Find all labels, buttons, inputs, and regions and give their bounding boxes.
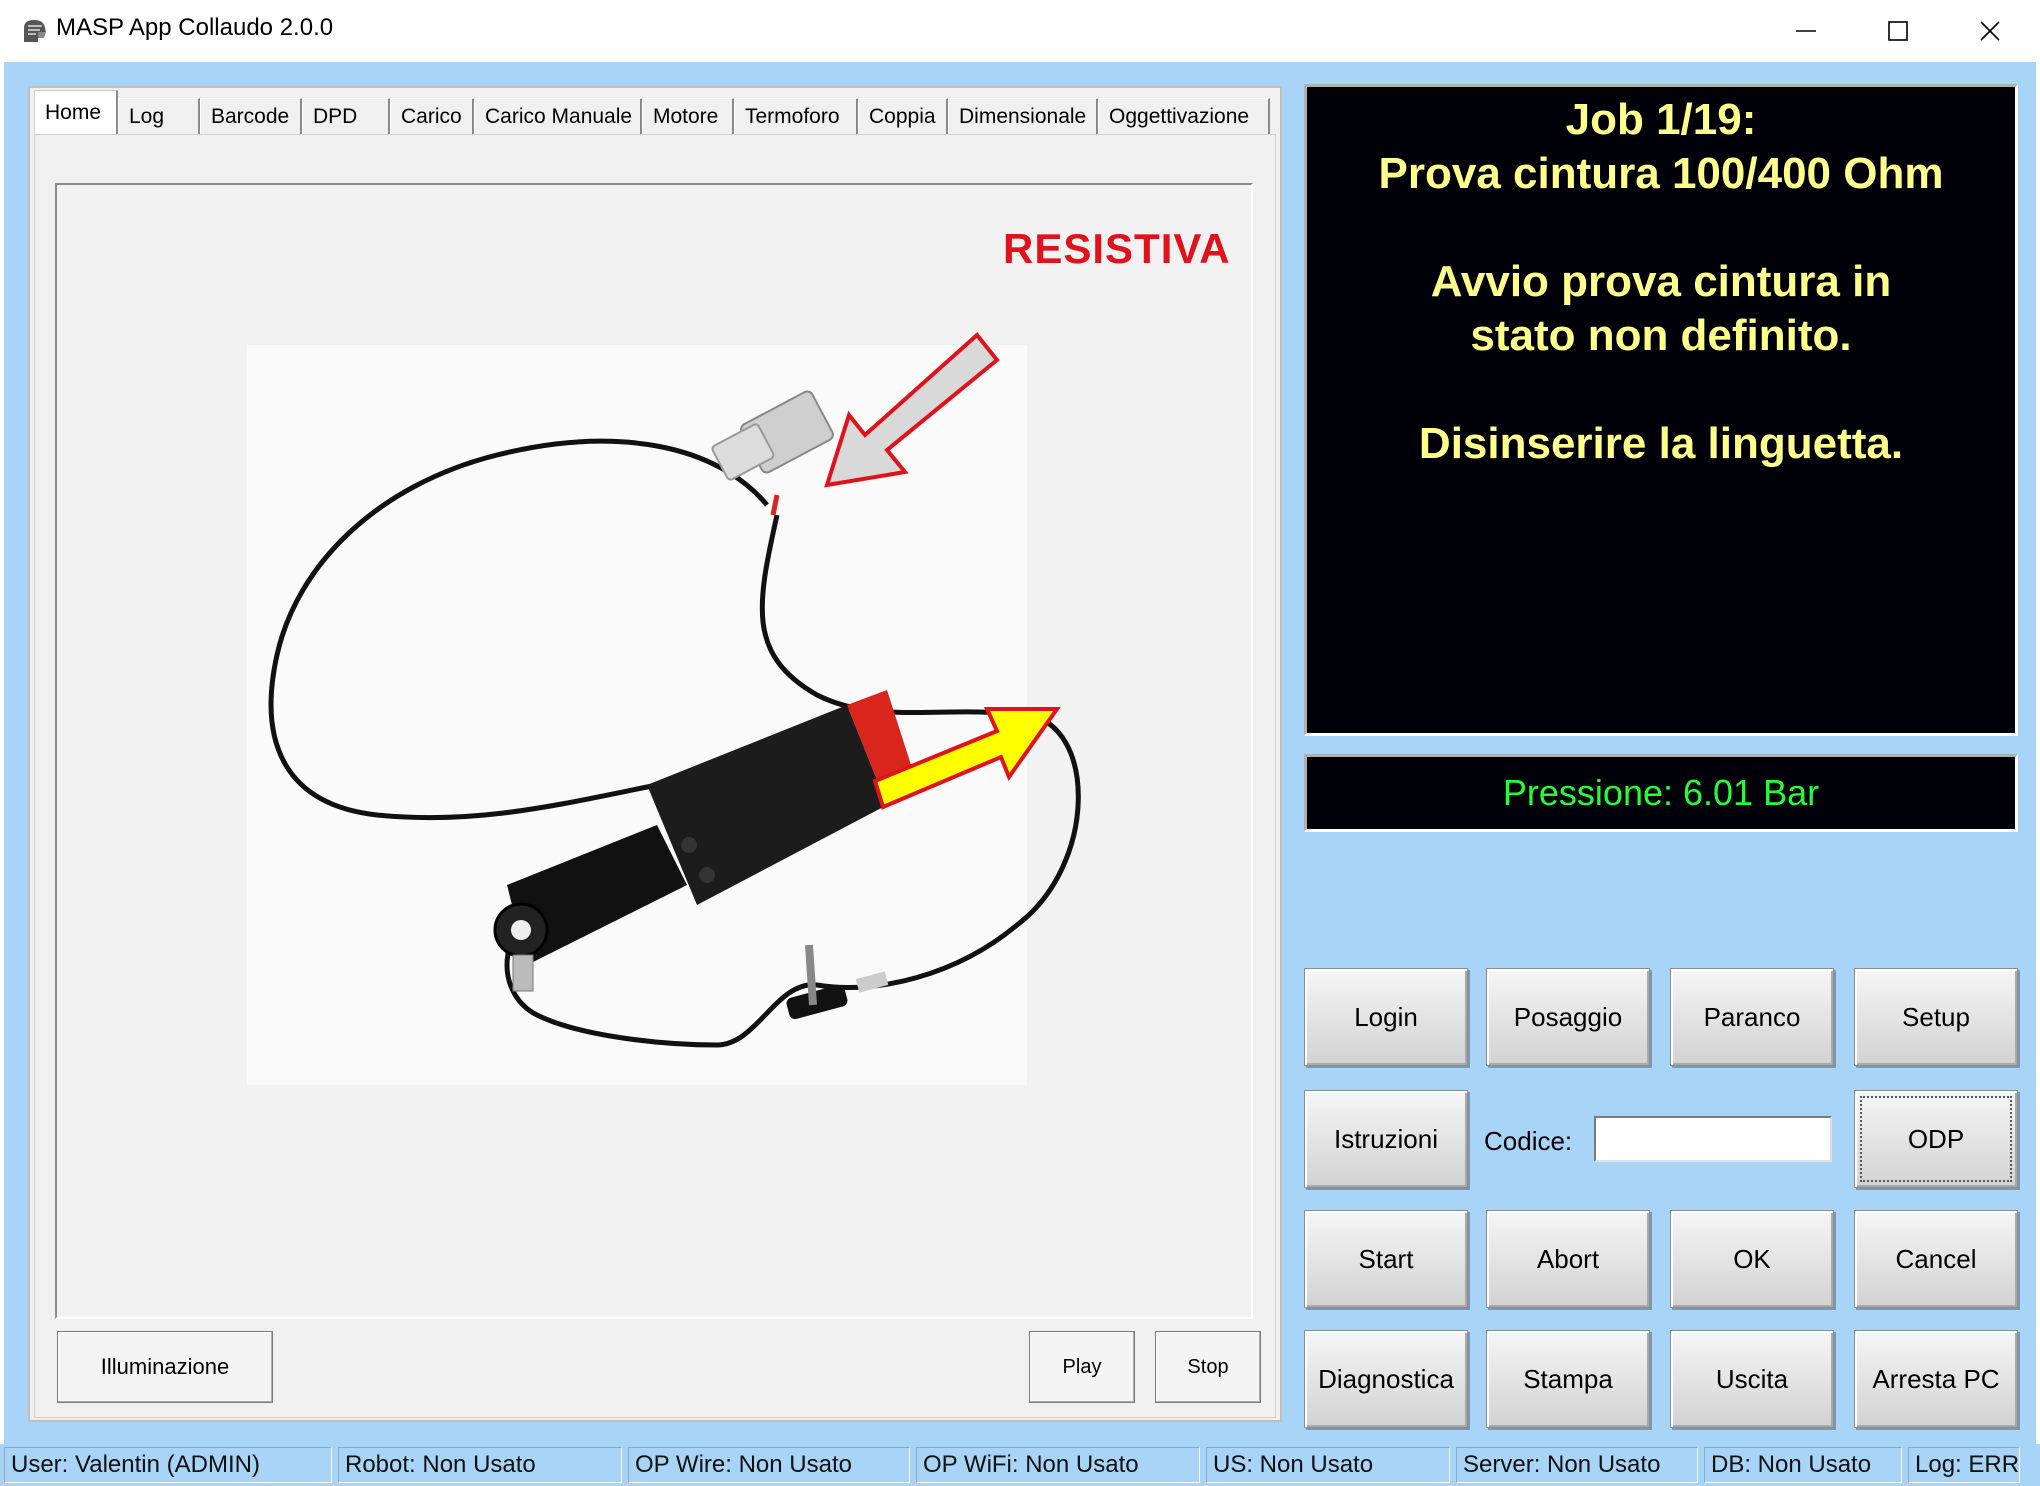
maximize-icon	[1888, 21, 1908, 41]
cable-clip-icon	[786, 944, 889, 1020]
start-button[interactable]: Start	[1304, 1210, 1468, 1308]
codice-input[interactable]	[1594, 1116, 1832, 1162]
job-instruction: Disinserire la linguetta.	[1418, 419, 1904, 468]
job-message-display: Job 1/19: Prova cintura 100/400 Ohm Avvi…	[1304, 84, 2018, 736]
tab-termoforo[interactable]: Termoforo	[734, 98, 858, 134]
status-op-wire: OP Wire: Non Usato	[628, 1447, 910, 1483]
tab-control: Home Log Barcode DPD Carico Carico Manua…	[28, 86, 1282, 1422]
stampa-button[interactable]: Stampa	[1486, 1330, 1650, 1428]
istruzioni-button[interactable]: Istruzioni	[1304, 1090, 1468, 1188]
tab-strip: Home Log Barcode DPD Carico Carico Manua…	[34, 90, 1270, 134]
job-message-text: Job 1/19: Prova cintura 100/400 Ohm Avvi…	[1307, 93, 2015, 471]
status-log: Log: ERR	[1908, 1447, 2020, 1483]
abort-button[interactable]: Abort	[1486, 1210, 1650, 1308]
client-area: Home Log Barcode DPD Carico Carico Manua…	[4, 62, 2036, 1444]
status-op-wifi: OP WiFi: Non Usato	[916, 1447, 1200, 1483]
tab-barcode[interactable]: Barcode	[200, 98, 302, 134]
tab-dpd[interactable]: DPD	[302, 98, 390, 134]
codice-label: Codice:	[1484, 1126, 1573, 1156]
uscita-button[interactable]: Uscita	[1670, 1330, 1834, 1428]
play-button[interactable]: Play	[1029, 1331, 1135, 1403]
minimize-button[interactable]	[1760, 0, 1852, 62]
tab-coppia[interactable]: Coppia	[858, 98, 948, 134]
paranco-button[interactable]: Paranco	[1670, 968, 1834, 1066]
grey-arrow-icon	[824, 332, 1000, 488]
status-us: US: Non Usato	[1206, 1447, 1450, 1483]
instruction-picture: RESISTIVA	[55, 183, 1253, 1319]
tab-carico[interactable]: Carico	[390, 98, 474, 134]
status-robot: Robot: Non Usato	[338, 1447, 622, 1483]
job-message-line: stato non definito.	[1470, 311, 1852, 360]
login-button[interactable]: Login	[1304, 968, 1468, 1066]
stop-button[interactable]: Stop	[1155, 1331, 1261, 1403]
pressure-readout: Pressione: 6.01 Bar	[1304, 754, 2018, 832]
maximize-button[interactable]	[1852, 0, 1944, 62]
job-message-line: Avvio prova cintura in	[1430, 257, 1892, 306]
job-title: Prova cintura 100/400 Ohm	[1378, 149, 1944, 198]
diagnostica-button[interactable]: Diagnostica	[1304, 1330, 1468, 1428]
status-db: DB: Non Usato	[1704, 1447, 1902, 1483]
window-title: MASP App Collaudo 2.0.0	[56, 14, 334, 41]
cancel-button[interactable]: Cancel	[1854, 1210, 2018, 1308]
status-bar: User: Valentin (ADMIN) Robot: Non Usato …	[0, 1444, 2040, 1486]
close-icon	[1980, 21, 2000, 41]
tab-dimensionale[interactable]: Dimensionale	[948, 98, 1098, 134]
home-tab-page: RESISTIVA Illuminazione Play Stop	[34, 134, 1276, 1418]
illuminazione-button[interactable]: Illuminazione	[57, 1331, 273, 1403]
setup-button[interactable]: Setup	[1854, 968, 2018, 1066]
job-counter: Job 1/19:	[1565, 95, 1757, 144]
tab-oggettivazione[interactable]: Oggettivazione	[1098, 98, 1270, 134]
minimize-icon	[1796, 30, 1816, 32]
seatbelt-buckle-photo	[268, 332, 1081, 1048]
tab-motore[interactable]: Motore	[642, 98, 734, 134]
tab-home[interactable]: Home	[34, 90, 118, 134]
close-button[interactable]	[1944, 0, 2036, 62]
tab-carico-manuale[interactable]: Carico Manuale	[474, 98, 642, 134]
posaggio-button[interactable]: Posaggio	[1486, 968, 1650, 1066]
wire-upper	[268, 438, 769, 821]
title-bar: MASP App Collaudo 2.0.0	[0, 0, 2040, 62]
status-user: User: Valentin (ADMIN)	[4, 1447, 332, 1483]
connector-icon	[711, 390, 834, 516]
helmet-logo-icon	[24, 20, 46, 42]
odp-button[interactable]: ODP	[1854, 1090, 2018, 1188]
ok-button[interactable]: OK	[1670, 1210, 1834, 1308]
tab-log[interactable]: Log	[118, 98, 200, 134]
status-server: Server: Non Usato	[1456, 1447, 1698, 1483]
arresta-pc-button[interactable]: Arresta PC	[1854, 1330, 2018, 1428]
buckle-icon	[493, 690, 919, 992]
